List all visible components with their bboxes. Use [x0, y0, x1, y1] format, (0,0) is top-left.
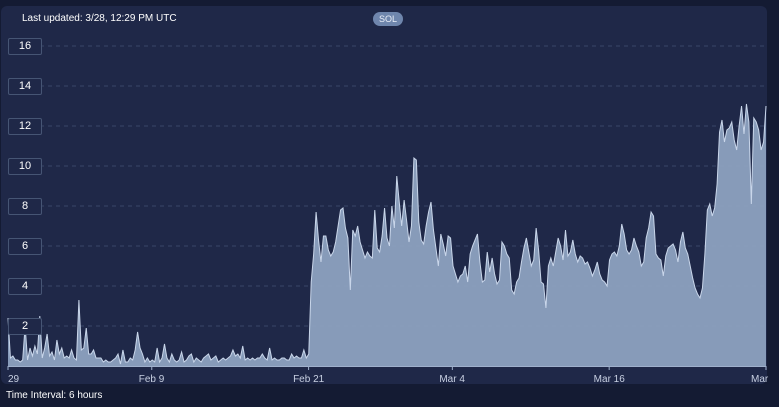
x-tick-label: Feb 21: [293, 374, 325, 385]
time-interval-label: Time Interval: 6 hours: [6, 390, 103, 401]
token-badge[interactable]: SOL: [373, 12, 404, 26]
last-updated-label: Last updated: 3/28, 12:29 PM UTC: [22, 13, 177, 24]
y-tick-label: 2: [8, 318, 42, 335]
x-tick-label: Mar 4: [439, 374, 465, 385]
x-tick-label: Feb 9: [138, 374, 165, 385]
x-tick-label: Mar 16: [593, 374, 625, 385]
y-tick-label: 14: [8, 78, 42, 95]
area-chart[interactable]: [0, 0, 779, 407]
y-tick-label: 10: [8, 158, 42, 175]
y-tick-label: 4: [8, 278, 42, 295]
x-tick-label: 29: [8, 374, 20, 385]
x-tick-label: Mar: [751, 374, 769, 385]
y-tick-label: 6: [8, 238, 42, 255]
y-tick-label: 16: [8, 38, 42, 55]
y-tick-label: 8: [8, 198, 42, 215]
y-tick-label: 12: [8, 118, 42, 135]
